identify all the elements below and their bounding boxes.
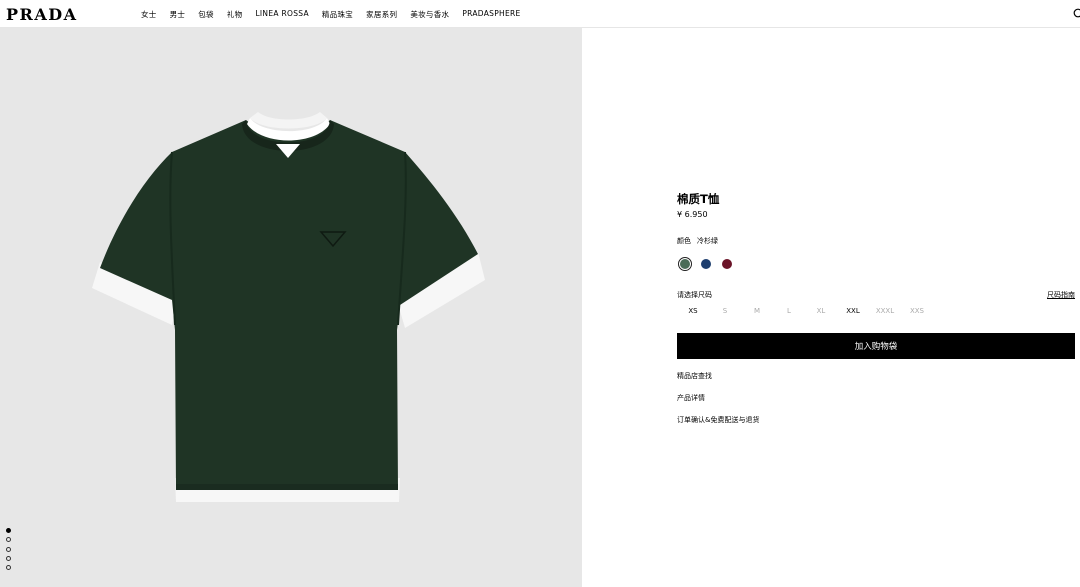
color-swatches (678, 257, 741, 271)
gallery-pagination (6, 528, 11, 574)
product-image-gallery[interactable] (0, 28, 582, 587)
color-swatch-fill (680, 259, 690, 269)
nav-item-women[interactable]: 女士 (141, 9, 157, 20)
color-swatch-fill (701, 259, 711, 269)
product-details-link[interactable]: 产品详情 (677, 393, 705, 403)
nav-item-men[interactable]: 男士 (170, 9, 186, 20)
product-image-tshirt (92, 112, 485, 502)
store-locator-link[interactable]: 精品店查找 (677, 371, 712, 381)
gallery-dot[interactable] (6, 528, 11, 533)
main-nav: 女士 男士 包袋 礼物 LINEA ROSSA 精品珠宝 家居系列 美妆与香水 … (141, 9, 534, 20)
add-to-bag-button[interactable]: 加入购物袋 (677, 333, 1075, 359)
size-option[interactable]: XXXL (869, 307, 901, 315)
color-swatch[interactable] (720, 257, 734, 271)
color-label: 颜色 (677, 237, 691, 245)
color-swatch[interactable] (699, 257, 713, 271)
size-option[interactable]: XL (805, 307, 837, 315)
color-value: 冷杉绿 (697, 237, 718, 245)
gallery-dot[interactable] (6, 555, 11, 561)
size-option[interactable]: XXL (837, 307, 869, 315)
color-info: 颜色 冷杉绿 (677, 236, 724, 246)
nav-item-fine-jewelry[interactable]: 精品珠宝 (322, 9, 353, 20)
size-options: XS S M L XL XXL XXXL XXS (677, 307, 933, 315)
gallery-dot[interactable] (6, 546, 11, 552)
nav-item-beauty[interactable]: 美妆与香水 (410, 9, 449, 20)
color-swatch[interactable] (678, 257, 692, 271)
color-swatch-fill (722, 259, 732, 269)
size-option[interactable]: M (741, 307, 773, 315)
product-details-panel: 棉质T恤 ¥ 6.950 颜色 冷杉绿 请选择尺码 尺码指南 XS S M L XL XXL… (677, 0, 1077, 587)
size-option[interactable]: L (773, 307, 805, 315)
nav-item-bags[interactable]: 包袋 (198, 9, 214, 20)
gallery-dot[interactable] (6, 537, 11, 543)
size-option[interactable]: XS (677, 307, 709, 315)
size-select-label: 请选择尺码 (677, 291, 712, 299)
prada-logo[interactable]: PRADA (6, 5, 78, 24)
size-option[interactable]: S (709, 307, 741, 315)
nav-item-linea-rossa[interactable]: LINEA ROSSA (255, 9, 308, 20)
nav-item-pradasphere[interactable]: PRADASPHERE (462, 9, 520, 20)
product-title: 棉质T恤 (677, 192, 720, 206)
shipping-returns-link[interactable]: 订单确认&免费配送与退货 (677, 415, 759, 425)
size-guide-link[interactable]: 尺码指南 (1047, 290, 1075, 300)
product-price: ¥ 6.950 (677, 210, 708, 219)
gallery-dot[interactable] (6, 565, 11, 571)
nav-item-home[interactable]: 家居系列 (366, 9, 397, 20)
nav-item-gifts[interactable]: 礼物 (227, 9, 243, 20)
size-option[interactable]: XXS (901, 307, 933, 315)
